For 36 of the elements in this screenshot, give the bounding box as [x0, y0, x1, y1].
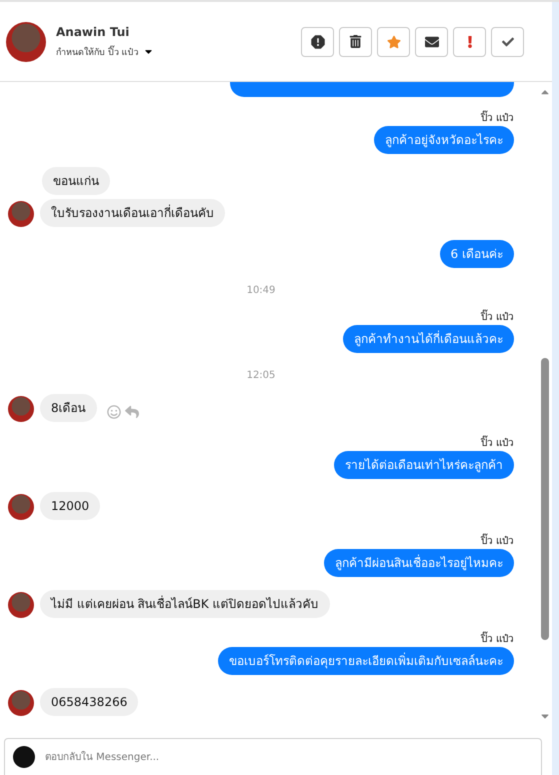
sender-name: ปิ๊ว แป๋ว [480, 631, 514, 646]
contact-avatar [6, 22, 46, 62]
scrollbar-thumb[interactable] [541, 358, 549, 640]
envelope-icon [424, 34, 438, 48]
spam-button[interactable] [301, 26, 334, 56]
sent-message: ขอเบอร์โทรติดต่อคุยรายละเอียดเพิ่มเติมกับเซลล์นะคะ [218, 647, 514, 675]
timestamp: 12:05 [246, 370, 276, 381]
page-avatar [13, 746, 35, 768]
sender-name: ปิ๊ว แป๋ว [480, 435, 514, 450]
sent-message: 6 เดือนค่ะ [440, 240, 514, 268]
received-message: ขอนแก่น [42, 167, 110, 195]
sent-message: รายได้ต่อเดือนเท่าไหร่คะลูกค้า [334, 451, 514, 479]
unread-button[interactable] [415, 26, 448, 56]
timestamp: 10:49 [246, 285, 276, 296]
received-message: 8เดือน [40, 394, 97, 422]
sent-message: ลูกค้าอยู่จังหวัดอะไรคะ [374, 126, 514, 154]
received-message: 12000 [40, 492, 100, 520]
important-button[interactable] [453, 26, 486, 56]
sender-name: ปิ๊ว แป๋ว [480, 110, 514, 125]
sender-name: ปิ๊ว แป๋ว [480, 309, 514, 324]
check-icon [502, 36, 514, 48]
sent-message: ลูกค้าทำงานได้กี่เดือนแล้วคะ [343, 325, 514, 353]
sent-message: ลูกค้ามีผ่อนสินเชื่ออะไรอยู่ไหมคะ [324, 549, 514, 577]
received-message: ไม่มี แต่เคยผ่อน สินเชื่อไลน์BK แต่ปิดยอดไปแล้วคับ [40, 590, 330, 618]
star-button[interactable] [377, 26, 410, 56]
assignee-label: กำหนดให้กับ ปิ๊ว แป๋ว [56, 44, 139, 58]
received-message: 0658438266 [40, 688, 138, 716]
delete-button[interactable] [339, 26, 372, 56]
contact-name: Anawin Tui [56, 24, 130, 38]
sender-name: ปิ๊ว แป๋ว [480, 533, 514, 548]
reply-box[interactable]: ตอบกลับใน Messenger... [4, 738, 542, 775]
received-message: ใบรับรองงานเดือนเอากี่เดือนคับ [40, 199, 225, 227]
star-icon [386, 34, 400, 48]
stop-sign-icon [308, 32, 326, 50]
done-button[interactable] [491, 26, 524, 56]
trash-icon [349, 35, 362, 48]
